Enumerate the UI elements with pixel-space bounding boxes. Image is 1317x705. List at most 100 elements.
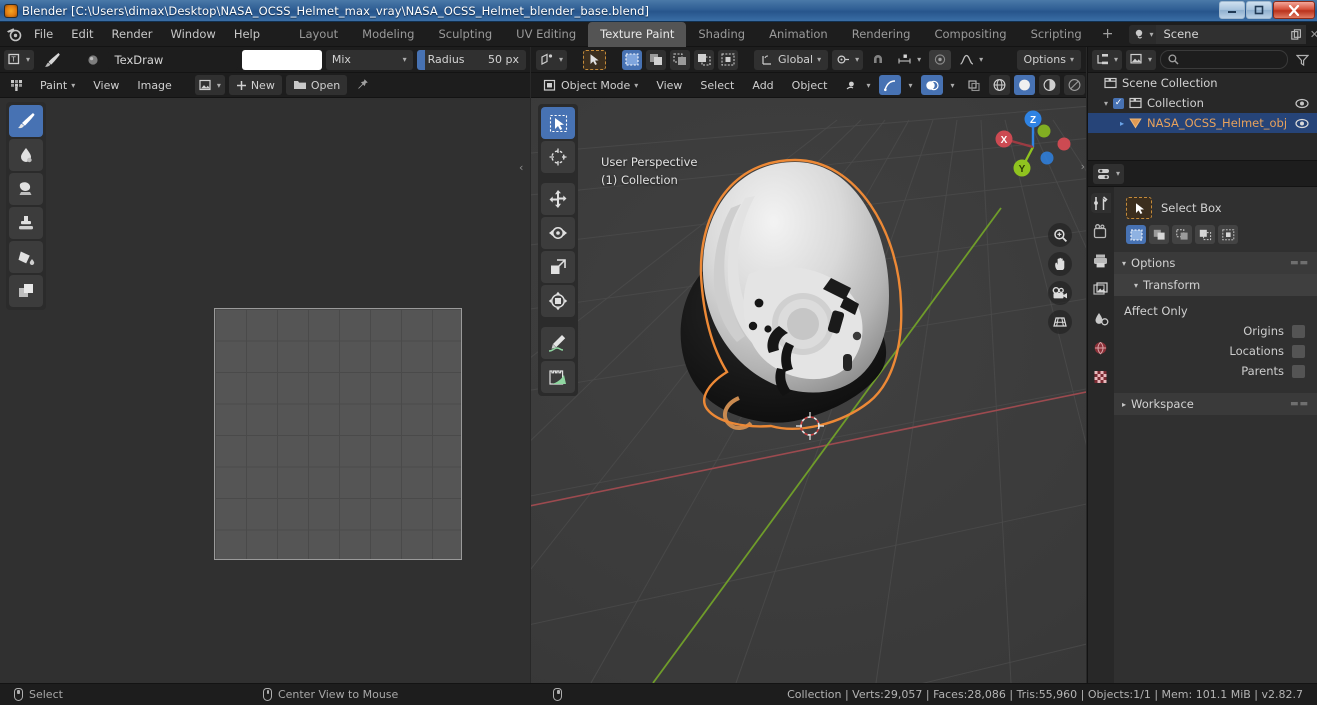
tab-modeling[interactable]: Modeling bbox=[350, 22, 426, 47]
eye-icon[interactable] bbox=[1295, 118, 1309, 129]
new-image-button[interactable]: New bbox=[228, 75, 282, 95]
properties-tab-view-layer[interactable] bbox=[1091, 280, 1111, 300]
tab-compositing[interactable]: Compositing bbox=[922, 22, 1018, 47]
tab-shading[interactable]: Shading bbox=[686, 22, 757, 47]
outliner-filter-id-icon[interactable]: ▾ bbox=[1126, 49, 1157, 70]
gizmo-dropdown[interactable]: ▾ bbox=[905, 75, 917, 95]
select-mode-subtract[interactable] bbox=[670, 49, 691, 70]
properties-tab-texture[interactable] bbox=[1091, 367, 1111, 387]
select-mode-invert-button[interactable] bbox=[1195, 225, 1215, 244]
image-datablock-icon[interactable]: ▾ bbox=[194, 75, 225, 95]
menu-help[interactable]: Help bbox=[225, 24, 269, 44]
tool-scale[interactable] bbox=[541, 251, 575, 283]
panel-options[interactable]: ▾ Options ▬▬ bbox=[1114, 252, 1317, 274]
object-visibility-dropdown[interactable]: ▾ bbox=[842, 75, 874, 95]
overlays-dropdown[interactable]: ▾ bbox=[947, 75, 959, 95]
mode-dropdown-paint[interactable]: Paint ▾ bbox=[33, 75, 82, 95]
menu-view[interactable]: View bbox=[86, 75, 126, 95]
add-workspace-button[interactable]: + bbox=[1094, 26, 1122, 42]
shading-solid[interactable] bbox=[1013, 75, 1035, 95]
viewport-menu-view[interactable]: View bbox=[649, 75, 689, 95]
scene-datablock-icon[interactable]: ▾ bbox=[1129, 24, 1157, 44]
tool-soften[interactable] bbox=[9, 139, 43, 171]
collection-checkbox[interactable]: ✓ bbox=[1113, 97, 1125, 109]
paint-mode-icon[interactable] bbox=[6, 75, 29, 95]
tab-rendering[interactable]: Rendering bbox=[840, 22, 923, 47]
menu-file[interactable]: File bbox=[25, 24, 62, 44]
outliner-row-helmet-object[interactable]: ▸ NASA_OCSS_Helmet_obj bbox=[1088, 113, 1317, 133]
shading-material-preview[interactable] bbox=[1038, 75, 1060, 95]
properties-tab-render[interactable] bbox=[1091, 222, 1111, 242]
tool-clone[interactable] bbox=[9, 207, 43, 239]
select-mode-intersect[interactable] bbox=[718, 49, 739, 70]
viewport-3d-canvas[interactable]: User Perspective (1) Collection Z Y X › bbox=[531, 98, 1086, 683]
paint-mode-brush-icon[interactable] bbox=[38, 50, 66, 70]
xray-toggle[interactable] bbox=[963, 75, 985, 95]
transform-orientation-dropdown[interactable]: Global ▾ bbox=[754, 49, 829, 70]
select-mode-invert[interactable] bbox=[694, 49, 715, 70]
affect-only-origins-checkbox[interactable] bbox=[1292, 324, 1305, 338]
tool-draw[interactable] bbox=[9, 105, 43, 137]
brush-name-field[interactable]: TexDraw bbox=[107, 49, 238, 70]
tab-sculpting[interactable]: Sculpting bbox=[426, 22, 504, 47]
select-mode-set-button[interactable] bbox=[1126, 225, 1146, 244]
perspective-ortho-button[interactable] bbox=[1048, 310, 1072, 334]
proportional-editing-toggle[interactable] bbox=[929, 49, 952, 70]
radius-slider[interactable]: Radius 50 px bbox=[416, 49, 526, 70]
tool-move[interactable] bbox=[541, 183, 575, 215]
scene-name-field[interactable]: Scene bbox=[1156, 24, 1287, 44]
tool-smear[interactable] bbox=[9, 173, 43, 205]
properties-tab-scene[interactable] bbox=[1091, 309, 1111, 329]
open-image-button[interactable]: Open bbox=[285, 75, 348, 95]
disclosure-triangle-icon[interactable]: ▾ bbox=[1104, 99, 1108, 108]
editor-type-3dview-icon[interactable]: ▾ bbox=[536, 49, 568, 70]
affect-only-parents-row[interactable]: Parents bbox=[1114, 361, 1317, 381]
menu-edit[interactable]: Edit bbox=[62, 24, 102, 44]
minimize-button[interactable] bbox=[1219, 1, 1245, 19]
pivot-point-dropdown[interactable]: ▾ bbox=[832, 49, 864, 70]
remove-scene-button[interactable]: ✕ bbox=[1306, 28, 1317, 41]
camera-view-button[interactable] bbox=[1048, 281, 1072, 305]
tool-annotate[interactable] bbox=[541, 327, 575, 359]
outliner-row-collection[interactable]: ▾ ✓ Collection bbox=[1088, 93, 1317, 113]
shading-rendered[interactable] bbox=[1063, 75, 1085, 95]
affect-only-origins-row[interactable]: Origins bbox=[1114, 321, 1317, 341]
affect-only-locations-checkbox[interactable] bbox=[1292, 344, 1305, 358]
outliner-row-scene-collection[interactable]: Scene Collection bbox=[1088, 73, 1317, 93]
tab-animation[interactable]: Animation bbox=[757, 22, 840, 47]
tab-layout[interactable]: Layout bbox=[287, 22, 350, 47]
select-mode-extend[interactable] bbox=[646, 49, 667, 70]
tool-mask[interactable] bbox=[9, 275, 43, 307]
select-box-tool-icon[interactable] bbox=[583, 49, 607, 70]
move-view-button[interactable] bbox=[1048, 252, 1072, 276]
navigation-gizmo[interactable]: Z Y X bbox=[992, 106, 1074, 188]
tool-rotate[interactable] bbox=[541, 217, 575, 249]
select-mode-intersect-button[interactable] bbox=[1218, 225, 1238, 244]
viewport-menu-add[interactable]: Add bbox=[745, 75, 780, 95]
overlays-toggle[interactable] bbox=[920, 75, 943, 95]
maximize-button[interactable] bbox=[1246, 1, 1272, 19]
select-mode-extend-button[interactable] bbox=[1149, 225, 1169, 244]
viewport-menu-object[interactable]: Object bbox=[785, 75, 835, 95]
blend-mode-dropdown[interactable]: Mix ▾ bbox=[325, 49, 413, 70]
tab-uv-editing[interactable]: UV Editing bbox=[504, 22, 588, 47]
viewport-sidebar-arrow[interactable]: › bbox=[1081, 160, 1085, 173]
menu-window[interactable]: Window bbox=[161, 24, 224, 44]
outliner-display-mode-icon[interactable]: ▾ bbox=[1092, 49, 1123, 70]
affect-only-locations-row[interactable]: Locations bbox=[1114, 341, 1317, 361]
disclosure-triangle-icon[interactable]: ▸ bbox=[1120, 119, 1124, 128]
properties-tab-world[interactable] bbox=[1091, 338, 1111, 358]
editor-type-properties-icon[interactable]: ▾ bbox=[1093, 163, 1125, 184]
pin-icon[interactable] bbox=[351, 75, 373, 95]
magnet-snap-icon[interactable] bbox=[867, 50, 889, 70]
shading-wireframe[interactable] bbox=[988, 75, 1010, 95]
zoom-view-button[interactable] bbox=[1048, 223, 1072, 247]
tool-measure[interactable] bbox=[541, 361, 575, 393]
panel-workspace[interactable]: ▸ Workspace ▬▬ bbox=[1114, 393, 1317, 415]
tool-transform[interactable] bbox=[541, 285, 575, 317]
viewport-menu-select[interactable]: Select bbox=[693, 75, 741, 95]
menu-render[interactable]: Render bbox=[103, 24, 162, 44]
select-mode-subtract-button[interactable] bbox=[1172, 225, 1192, 244]
proportional-falloff-dropdown[interactable]: ▾ bbox=[955, 50, 987, 70]
properties-tab-tool[interactable] bbox=[1091, 193, 1111, 213]
